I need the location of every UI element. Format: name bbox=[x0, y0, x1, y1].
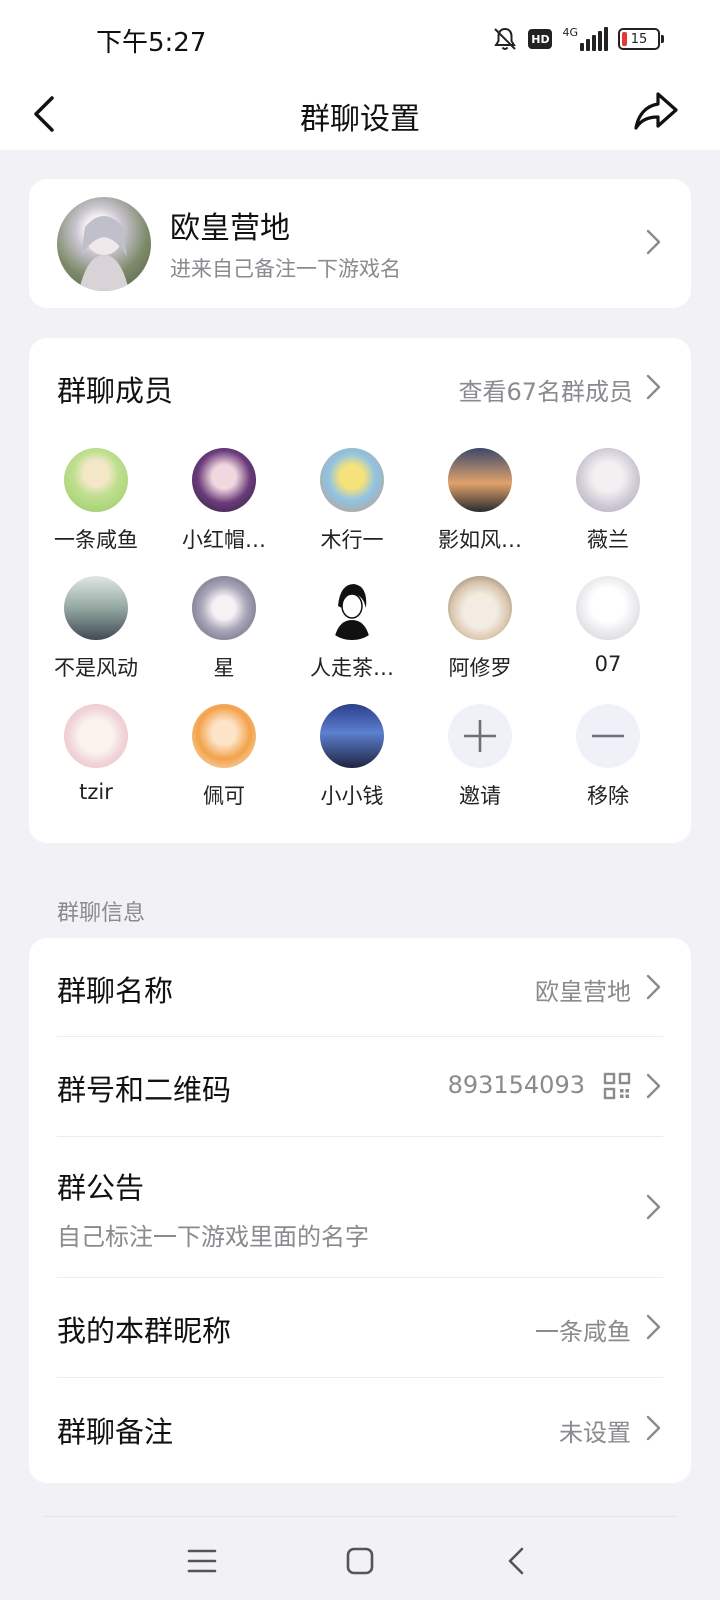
member-item[interactable]: 不是风动 bbox=[41, 576, 151, 682]
my-nickname-row[interactable]: 我的本群昵称 一条咸鱼 bbox=[29, 1278, 691, 1377]
member-name: 佩可 bbox=[203, 784, 245, 808]
member-name: 07 bbox=[594, 652, 622, 676]
avatar bbox=[576, 448, 640, 512]
invite-label: 邀请 bbox=[459, 784, 501, 808]
minus-icon[interactable] bbox=[576, 704, 640, 768]
divider bbox=[44, 1516, 676, 1517]
invite-member-button[interactable]: 邀请 bbox=[425, 704, 535, 810]
avatar bbox=[64, 704, 128, 768]
announcement-row[interactable]: 群公告 自己标注一下游戏里面的名字 bbox=[29, 1137, 691, 1277]
member-name: 薇兰 bbox=[587, 528, 629, 552]
member-name: 一条咸鱼 bbox=[54, 528, 138, 552]
chevron-right-icon bbox=[646, 1314, 661, 1340]
member-name: 小小钱 bbox=[320, 784, 384, 808]
chevron-right-icon bbox=[646, 374, 661, 400]
group-description: 进来自己备注一下游戏名 bbox=[170, 257, 401, 281]
member-item[interactable]: 小小钱 bbox=[297, 704, 407, 810]
qr-code-icon[interactable] bbox=[603, 1072, 631, 1100]
chevron-right-icon bbox=[646, 1415, 661, 1441]
group-profile-card[interactable]: 欧皇营地 进来自己备注一下游戏名 bbox=[29, 179, 691, 308]
member-item[interactable]: 阿修罗 bbox=[425, 576, 535, 682]
avatar bbox=[64, 448, 128, 512]
menu-icon[interactable] bbox=[176, 1535, 228, 1587]
avatar bbox=[64, 576, 128, 640]
avatar bbox=[576, 576, 640, 640]
member-name: tzir bbox=[79, 780, 113, 804]
avatar bbox=[320, 448, 384, 512]
member-item[interactable]: 07 bbox=[553, 576, 663, 676]
member-item[interactable]: 小红帽… bbox=[169, 448, 279, 554]
member-item[interactable]: 影如风… bbox=[425, 448, 535, 554]
row-title: 群聊备注 bbox=[57, 1415, 174, 1449]
row-value: 未设置 bbox=[559, 1419, 631, 1447]
share-icon[interactable] bbox=[632, 88, 680, 136]
group-name: 欧皇营地 bbox=[170, 211, 290, 246]
group-name-row[interactable]: 群聊名称 欧皇营地 bbox=[29, 938, 691, 1036]
member-item[interactable]: 人走茶… bbox=[297, 576, 407, 682]
remove-member-button[interactable]: 移除 bbox=[553, 704, 663, 810]
row-title: 群聊名称 bbox=[57, 974, 174, 1008]
status-bar: 下午5:27 HD 4G 15 bbox=[0, 0, 720, 78]
member-item[interactable]: 星 bbox=[169, 576, 279, 682]
member-item[interactable]: 佩可 bbox=[169, 704, 279, 810]
group-number-row[interactable]: 群号和二维码 893154093 bbox=[29, 1037, 691, 1136]
view-all-members-link[interactable]: 查看67名群成员 bbox=[458, 372, 633, 407]
section-label-group-info: 群聊信息 bbox=[57, 901, 146, 926]
member-name: 不是风动 bbox=[54, 656, 138, 680]
mute-bell-icon bbox=[494, 27, 517, 50]
row-value: 一条咸鱼 bbox=[535, 1318, 631, 1346]
status-time: 下午5:27 bbox=[96, 28, 207, 58]
status-icons: HD 4G 15 bbox=[492, 24, 664, 54]
member-name: 小红帽… bbox=[182, 528, 266, 552]
row-title: 群公告 bbox=[57, 1171, 145, 1205]
members-card: 群聊成员 查看67名群成员 一条咸鱼 小红帽… 木行一 影如风… 薇兰 不是风动… bbox=[29, 338, 691, 843]
member-item[interactable]: 一条咸鱼 bbox=[41, 448, 151, 554]
row-title: 我的本群昵称 bbox=[57, 1314, 232, 1348]
system-nav-bar bbox=[0, 1525, 720, 1600]
announcement-text: 自己标注一下游戏里面的名字 bbox=[57, 1223, 369, 1251]
avatar bbox=[320, 704, 384, 768]
row-value: 欧皇营地 bbox=[535, 978, 631, 1006]
group-number-value: 893154093 bbox=[447, 1071, 585, 1099]
row-title: 群号和二维码 bbox=[57, 1073, 232, 1107]
plus-icon[interactable] bbox=[448, 704, 512, 768]
group-avatar[interactable] bbox=[57, 197, 151, 291]
avatar bbox=[448, 448, 512, 512]
group-info-card: 群聊名称 欧皇营地 群号和二维码 893154093 群公告 自己标注一下游戏里… bbox=[29, 938, 691, 1483]
group-remark-row[interactable]: 群聊备注 未设置 bbox=[29, 1378, 691, 1478]
home-icon[interactable] bbox=[334, 1535, 386, 1587]
remove-label: 移除 bbox=[587, 784, 629, 808]
member-name: 星 bbox=[213, 656, 235, 680]
avatar bbox=[192, 576, 256, 640]
page-title: 群聊设置 bbox=[300, 102, 420, 137]
members-title: 群聊成员 bbox=[57, 374, 174, 408]
avatar bbox=[448, 576, 512, 640]
battery-level: 15 bbox=[630, 31, 648, 47]
avatar bbox=[192, 704, 256, 768]
nav-bar: 群聊设置 bbox=[0, 78, 720, 150]
member-item[interactable]: tzir bbox=[41, 704, 151, 804]
member-name: 影如风… bbox=[438, 528, 522, 552]
avatar bbox=[192, 448, 256, 512]
member-name: 人走茶… bbox=[310, 656, 394, 680]
hd-icon: HD bbox=[528, 29, 553, 49]
member-name: 阿修罗 bbox=[448, 656, 512, 680]
chevron-right-icon bbox=[646, 1073, 661, 1099]
member-name: 木行一 bbox=[320, 528, 384, 552]
chevron-right-icon bbox=[646, 1194, 661, 1220]
member-item[interactable]: 木行一 bbox=[297, 448, 407, 554]
chevron-right-icon bbox=[646, 974, 661, 1000]
avatar bbox=[320, 576, 384, 640]
chevron-right-icon bbox=[646, 229, 661, 255]
back-icon[interactable] bbox=[492, 1535, 544, 1587]
network-type: 4G bbox=[562, 26, 578, 39]
member-item[interactable]: 薇兰 bbox=[553, 448, 663, 554]
4g-signal-icon: 4G bbox=[562, 27, 608, 51]
battery-icon: 15 bbox=[618, 28, 664, 50]
